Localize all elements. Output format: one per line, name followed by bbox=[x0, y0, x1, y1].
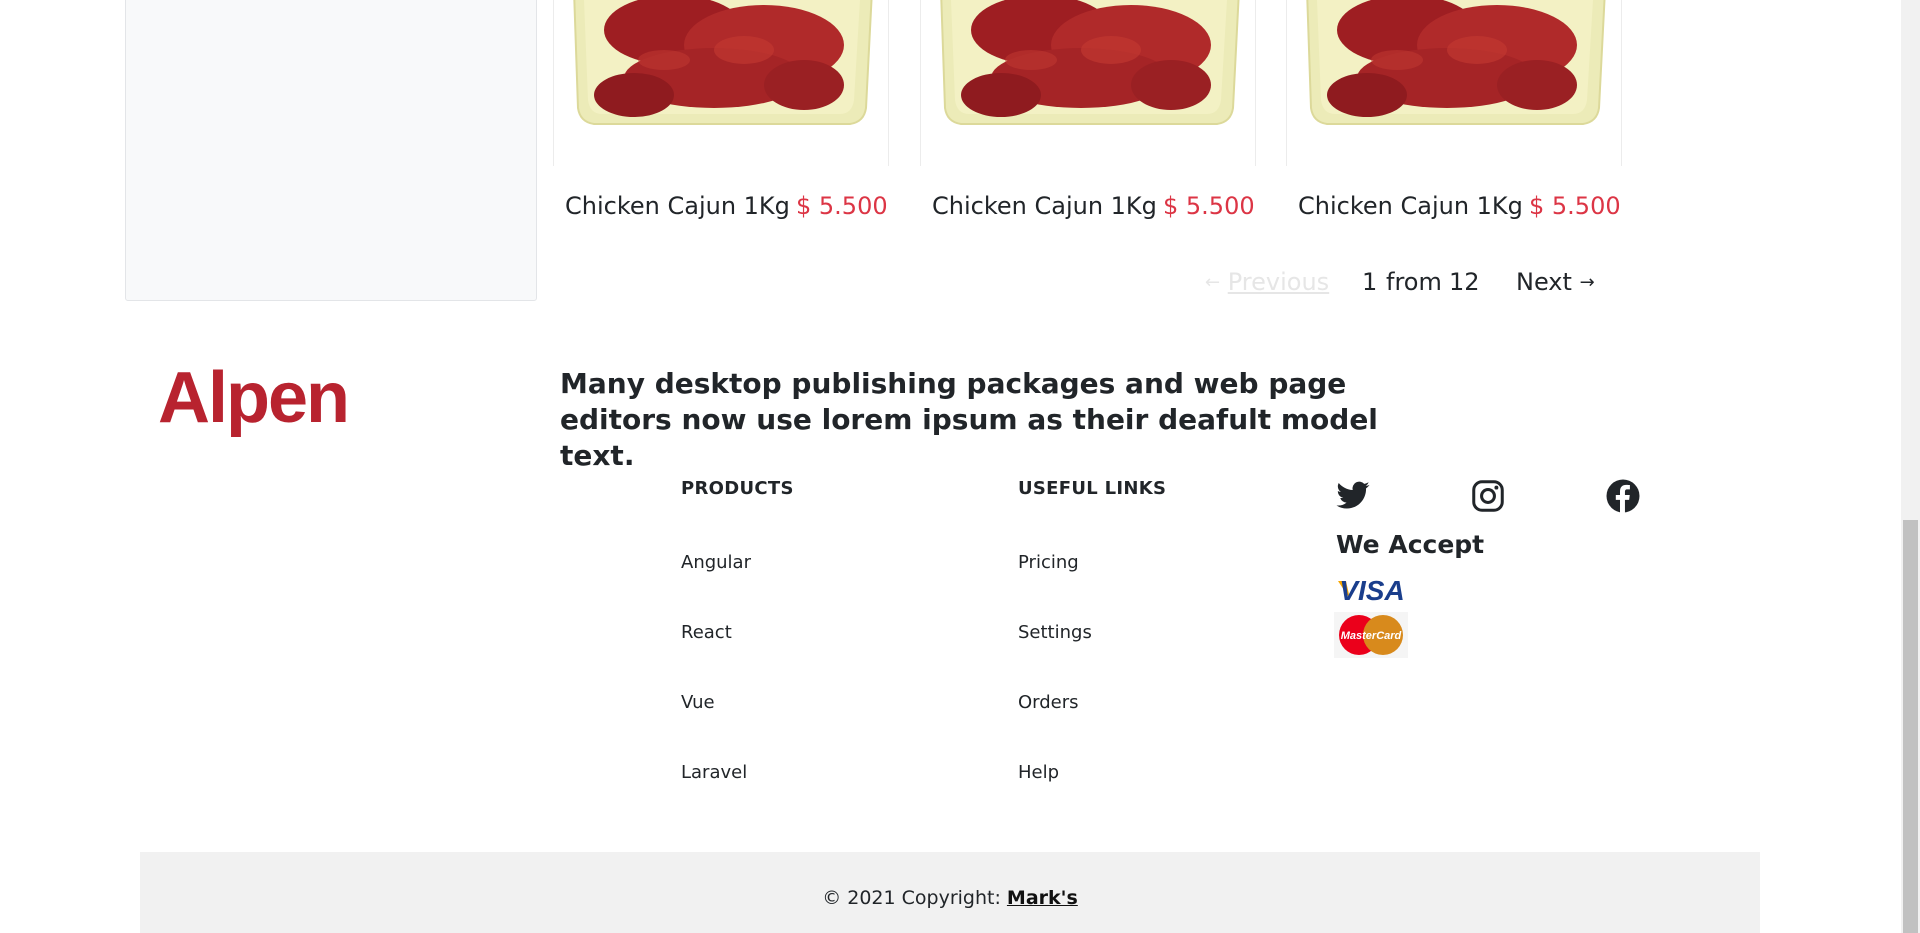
useful-links-heading: USEFUL LINKS bbox=[1018, 478, 1167, 499]
footer-link-help[interactable]: Help bbox=[1018, 761, 1166, 785]
footer-link-settings[interactable]: Settings bbox=[1018, 621, 1166, 645]
previous-page-link[interactable]: ← Previous bbox=[1205, 268, 1329, 296]
instagram-icon[interactable] bbox=[1470, 478, 1506, 514]
scrollbar-thumb[interactable] bbox=[1903, 520, 1918, 933]
previous-label: Previous bbox=[1227, 268, 1330, 296]
footer-link-angular[interactable]: Angular bbox=[681, 551, 794, 575]
facebook-icon[interactable] bbox=[1605, 478, 1641, 514]
arrow-left-icon: ← bbox=[1205, 272, 1221, 293]
chicken-cajun-photo[interactable] bbox=[920, 0, 1256, 166]
copyright-bar: © 2021 Copyright: Mark's bbox=[140, 852, 1760, 933]
product-card[interactable]: Chicken Cajun 1Kg $ 5.500 bbox=[920, 0, 1260, 240]
we-accept-heading: We Accept bbox=[1336, 530, 1485, 559]
brand-logo[interactable]: Alpen bbox=[158, 362, 350, 434]
product-name[interactable]: Chicken Cajun 1Kg bbox=[565, 192, 790, 220]
product-price: $ 5.500 bbox=[1163, 192, 1255, 220]
product-price: $ 5.500 bbox=[796, 192, 888, 220]
current-page-number: 1 bbox=[1362, 268, 1378, 296]
product-card[interactable]: Chicken Cajun 1Kg $ 5.500 bbox=[1286, 0, 1626, 240]
footer-link-laravel[interactable]: Laravel bbox=[681, 761, 794, 785]
copyright-text: © 2021 Copyright: bbox=[822, 887, 1007, 909]
mastercard-text: MasterCard bbox=[1341, 630, 1402, 642]
visa-text: VISA bbox=[1339, 575, 1404, 605]
footer-useful-links-column: USEFUL LINKS Pricing Settings Orders Hel… bbox=[1018, 478, 1166, 831]
total-pages-number: 12 bbox=[1449, 268, 1480, 296]
pagination-from-label: from bbox=[1386, 268, 1442, 296]
footer-link-orders[interactable]: Orders bbox=[1018, 691, 1166, 715]
next-page-link[interactable]: Next → bbox=[1516, 268, 1595, 296]
sidebar-filter-panel bbox=[125, 0, 537, 301]
copyright-owner-link[interactable]: Mark's bbox=[1007, 887, 1078, 909]
footer-link-react[interactable]: React bbox=[681, 621, 794, 645]
visa-logo: VISA bbox=[1336, 575, 1408, 606]
chicken-cajun-photo[interactable] bbox=[1286, 0, 1622, 166]
products-heading: PRODUCTS bbox=[681, 478, 794, 499]
arrow-right-icon: → bbox=[1579, 272, 1595, 293]
footer-tagline: Many desktop publishing packages and web… bbox=[560, 367, 1378, 472]
product-name[interactable]: Chicken Cajun 1Kg bbox=[1298, 192, 1523, 220]
product-price: $ 5.500 bbox=[1529, 192, 1621, 220]
mastercard-logo: MasterCard bbox=[1334, 612, 1408, 658]
next-label: Next bbox=[1516, 268, 1572, 296]
product-card[interactable]: Chicken Cajun 1Kg $ 5.500 bbox=[553, 0, 893, 240]
footer-link-vue[interactable]: Vue bbox=[681, 691, 794, 715]
footer-products-column: PRODUCTS Angular React Vue Laravel bbox=[681, 478, 794, 831]
chicken-cajun-photo[interactable] bbox=[553, 0, 889, 166]
footer-link-pricing[interactable]: Pricing bbox=[1018, 551, 1166, 575]
twitter-icon[interactable] bbox=[1335, 478, 1371, 514]
product-name[interactable]: Chicken Cajun 1Kg bbox=[932, 192, 1157, 220]
